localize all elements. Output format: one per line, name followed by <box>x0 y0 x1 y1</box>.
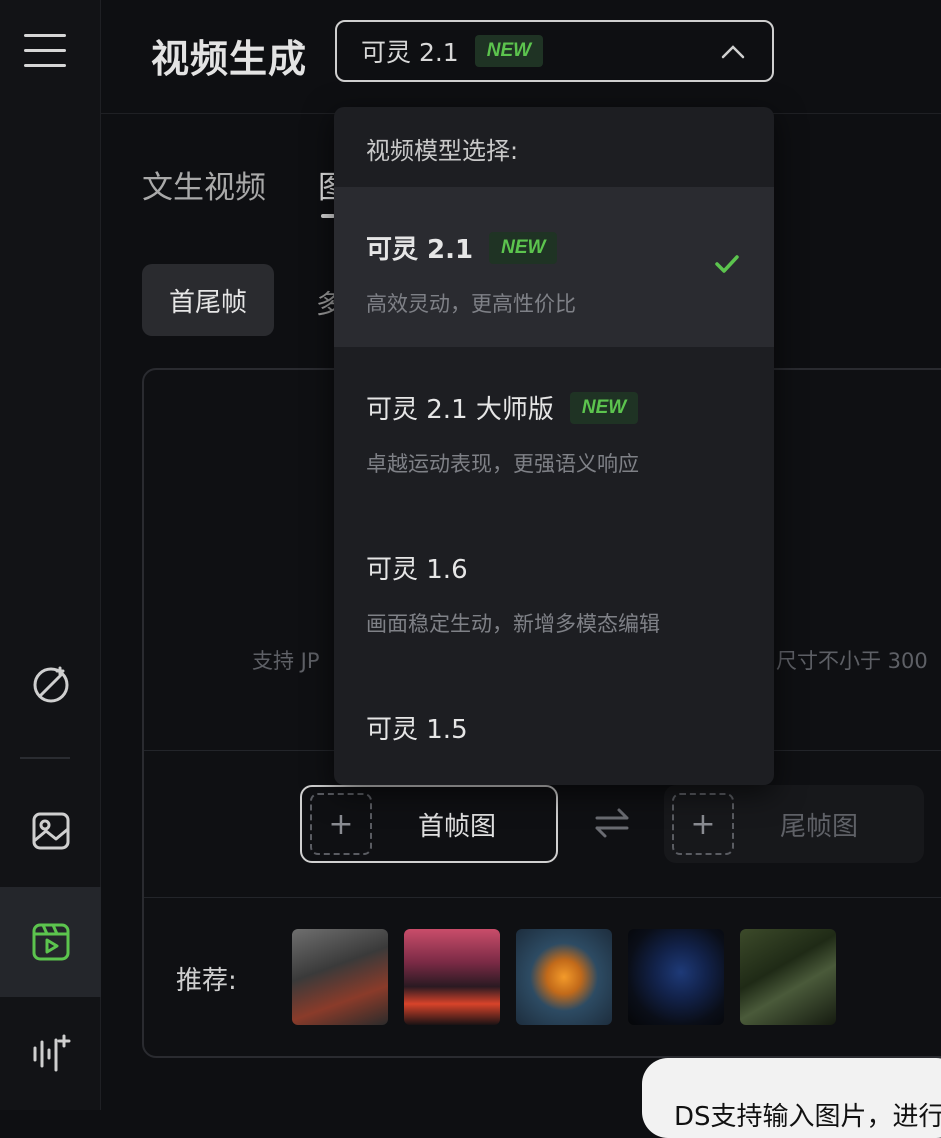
new-badge: NEW <box>569 391 639 424</box>
page-title: 视频生成 <box>151 37 308 81</box>
sidebar-divider <box>20 757 70 759</box>
first-frame-label: 首帧图 <box>418 811 497 842</box>
model-desc: 画面稳定生动，新增多模态编辑 <box>366 612 660 636</box>
dropdown-header: 视频模型选择: <box>366 137 519 165</box>
menu-icon[interactable] <box>24 34 66 68</box>
chevron-up-icon <box>721 45 745 59</box>
recommend-thumbnail-cat[interactable] <box>292 929 388 1025</box>
tab-text-to-video[interactable]: 文生视频 <box>142 162 266 207</box>
mode-first-last-frame[interactable]: 首尾帧 <box>142 264 274 336</box>
model-option-kling-2-1-master[interactable]: 可灵 2.1 大师版 NEW 卓越运动表现，更强语义响应 <box>334 347 774 507</box>
model-select[interactable]: 可灵 2.1 NEW <box>335 20 774 82</box>
model-option-kling-1-6[interactable]: 可灵 1.6 画面稳定生动，新增多模态编辑 <box>334 507 774 667</box>
model-option-kling-2-1[interactable]: 可灵 2.1 NEW 高效灵动，更高性价比 <box>334 187 774 347</box>
last-frame-label: 尾帧图 <box>780 811 859 842</box>
new-badge: NEW <box>489 231 558 264</box>
header: 视频生成 可灵 2.1 NEW <box>101 0 941 114</box>
recommend-thumbnail-lava[interactable] <box>404 929 500 1025</box>
magic-wand-icon[interactable] <box>0 630 101 740</box>
recommend-thumbnail-forest[interactable] <box>740 929 836 1025</box>
video-icon[interactable] <box>0 887 101 997</box>
divider <box>144 897 941 898</box>
selected-model-name: 可灵 2.1 <box>361 38 459 67</box>
model-name: 可灵 2.1 <box>366 235 474 265</box>
first-frame-button[interactable]: + 首帧图 <box>300 785 558 863</box>
plus-icon: + <box>672 793 734 855</box>
upload-hint-right: 尺寸不小于 300 <box>776 649 928 673</box>
model-dropdown: 视频模型选择: 可灵 2.1 NEW 高效灵动，更高性价比 可灵 2.1 大师版… <box>334 107 774 785</box>
new-badge: NEW <box>474 35 544 67</box>
audio-icon[interactable] <box>0 998 101 1108</box>
image-icon[interactable] <box>0 776 101 886</box>
last-frame-button[interactable]: + 尾帧图 <box>664 785 924 863</box>
toast: DS支持输入图片，进行 <box>642 1058 941 1138</box>
model-name: 可灵 1.6 <box>366 555 468 585</box>
plus-icon: + <box>310 793 372 855</box>
recommend-thumbnail-bird[interactable] <box>628 929 724 1025</box>
recommend-thumbnail-pumpkin[interactable] <box>516 929 612 1025</box>
model-desc: 卓越运动表现，更强语义响应 <box>366 452 639 476</box>
sidebar <box>0 0 101 1110</box>
swap-icon[interactable] <box>594 806 630 840</box>
model-name: 可灵 1.5 <box>366 715 468 745</box>
recommend-label: 推荐: <box>176 966 237 996</box>
tab-underline <box>321 214 335 218</box>
model-name: 可灵 2.1 大师版 <box>366 395 554 425</box>
check-icon <box>715 255 739 273</box>
model-desc: 高效灵动，更高性价比 <box>366 292 576 316</box>
upload-hint-left: 支持 JP <box>252 649 320 673</box>
model-option-kling-1-5[interactable]: 可灵 1.5 <box>334 667 774 785</box>
